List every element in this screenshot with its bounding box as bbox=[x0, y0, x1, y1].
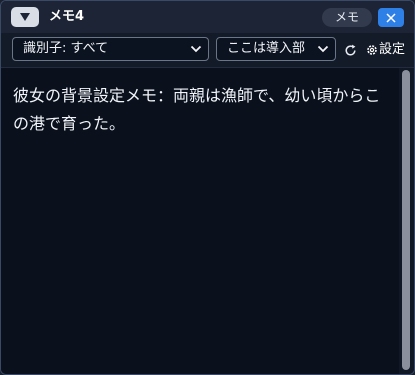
chevron-down-icon bbox=[317, 45, 329, 53]
close-icon bbox=[386, 12, 396, 23]
toolbar: 識別子: すべて ここは導入部 設定 bbox=[1, 33, 414, 68]
memo-text[interactable]: 彼女の背景設定メモ：両親は漁師で、幼い頃からこの港で育った。 bbox=[13, 82, 393, 138]
identifier-select-value: 識別子: すべて bbox=[23, 41, 109, 56]
settings-label: 設定 bbox=[379, 42, 406, 57]
gear-icon bbox=[367, 45, 377, 55]
triangle-down-icon bbox=[20, 13, 30, 21]
close-button[interactable] bbox=[378, 8, 404, 27]
identifier-select[interactable]: 識別子: すべて bbox=[12, 37, 209, 61]
intro-select[interactable]: ここは導入部 bbox=[216, 37, 336, 61]
memo-button[interactable]: メモ bbox=[322, 8, 372, 27]
chevron-down-icon bbox=[190, 45, 202, 53]
collapse-button[interactable] bbox=[11, 7, 39, 27]
settings-button[interactable]: 設定 bbox=[366, 39, 405, 61]
refresh-icon[interactable] bbox=[344, 44, 357, 57]
memo-content[interactable]: 彼女の背景設定メモ：両親は漁師で、幼い頃からこの港で育った。 bbox=[1, 68, 399, 374]
scrollbar[interactable] bbox=[399, 68, 414, 374]
window-title: メモ4 bbox=[49, 9, 85, 24]
title-bar[interactable]: メモ4 メモ bbox=[1, 1, 414, 33]
scrollbar-thumb[interactable] bbox=[402, 70, 410, 370]
intro-select-value: ここは導入部 bbox=[227, 41, 306, 56]
memo-window: メモ4 メモ 識別子: すべて ここは導入部 設定 彼女の背景設定メモ：両親は漁… bbox=[0, 0, 415, 375]
